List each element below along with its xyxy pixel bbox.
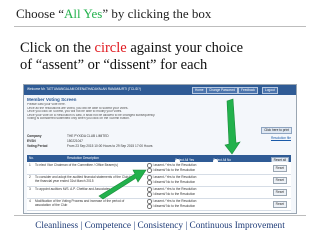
dissent-radio[interactable]: [147, 204, 152, 209]
assent-label: I assent / Yes to the Resolution: [152, 163, 197, 168]
resolution-row: 4 Modification of the Voting Process and…: [27, 198, 291, 211]
resolution-text: Modification of the Voting Process and i…: [35, 199, 125, 207]
dissent-option[interactable]: I dissent/ No to the Resolution: [147, 192, 195, 197]
home-button[interactable]: Home: [192, 87, 207, 94]
assent-option[interactable]: I assent / Yes to the Resolution: [147, 175, 196, 180]
voting-screenshot: Welcome Mr. TATTUMANGALAM DEENATHADAYALA…: [23, 84, 297, 214]
dissent-radio[interactable]: [147, 192, 152, 197]
assent-option[interactable]: I assent / Yes to the Resolution: [147, 163, 196, 168]
resolution-text: To elect Vice Chairman of the Committee …: [35, 163, 118, 167]
dissent-label: I dissent/ No to the Resolution: [152, 168, 196, 173]
evsn-label: EVSN: [27, 139, 36, 143]
assent-option[interactable]: I assent / Yes to the Resolution: [147, 199, 196, 204]
dissent-label: I dissent/ No to the Resolution: [152, 192, 196, 197]
heading-prefix: Choose “: [16, 6, 65, 21]
print-button[interactable]: Click here to print: [261, 127, 292, 134]
company-row: Company THE PYXIDA CLUB LIMITED: [27, 134, 109, 139]
assent-radio[interactable]: [147, 199, 152, 204]
voting-period-label: Voting Period: [27, 144, 48, 148]
reset-button[interactable]: Reset: [272, 177, 287, 184]
callout-box: Click on the circle against your choice …: [20, 40, 310, 74]
assent-label: I assent / Yes to the Resolution: [152, 175, 197, 180]
heading-suffix: ” by clicking the box: [102, 6, 212, 21]
resolution-grid: 1 To elect Vice Chairman of the Committe…: [27, 162, 291, 213]
callout-prefix: Click on the: [20, 40, 95, 56]
assent-label: I assent / Yes to the Resolution: [152, 187, 197, 192]
company-label: Company: [27, 134, 42, 138]
col-no: No.: [29, 156, 34, 160]
reset-button[interactable]: Reset: [272, 165, 287, 172]
resolution-number: 4: [29, 199, 31, 203]
feedback-button[interactable]: Feedback: [238, 87, 258, 94]
bottom-divider: [14, 215, 306, 216]
dissent-label: I dissent/ No to the Resolution: [152, 180, 196, 185]
dissent-radio[interactable]: [147, 180, 152, 185]
dissent-option[interactable]: I dissent/ No to the Resolution: [147, 204, 195, 209]
resolution-grid-header: No. Resolution Description Select All Ye…: [27, 155, 291, 164]
callout-suffix: against your choice: [126, 40, 244, 56]
voting-period-value: From 23 Sep 2015 10:00 Hours to 29 Sep 2…: [67, 144, 153, 148]
heading-highlight: All Yes: [64, 6, 103, 21]
voting-period-row: Voting Period From 23 Sep 2015 10:00 Hour…: [27, 144, 153, 149]
dissent-option[interactable]: I dissent/ No to the Resolution: [147, 168, 195, 173]
screen-title: Member Voting Screen: [27, 97, 77, 102]
resolution-text: To appoint auditors M/S. A.P. Chettiar a…: [35, 187, 111, 191]
company-value: THE PYXIDA CLUB LIMITED: [67, 134, 109, 138]
resolution-number: 1: [29, 163, 31, 167]
evsn-value: 150221047: [67, 139, 83, 143]
resolution-number: 3: [29, 187, 31, 191]
voting-notice: Please cast your vote here. Once all the…: [27, 103, 287, 121]
dissent-option[interactable]: I dissent/ No to the Resolution: [147, 180, 195, 185]
notice-line: Voting is considered submitted only when…: [27, 117, 130, 121]
top-divider: [14, 26, 306, 27]
screen-topbar: Welcome Mr. TATTUMANGALAM DEENATHADAYALA…: [24, 85, 296, 95]
assent-radio[interactable]: [147, 175, 152, 180]
welcome-text: Welcome Mr. TATTUMANGALAM DEENATHADAYALA…: [27, 87, 141, 91]
assent-radio[interactable]: [147, 187, 152, 192]
callout-line-1: Click on the circle against your choice: [20, 40, 310, 57]
assent-option[interactable]: I assent / Yes to the Resolution: [147, 187, 196, 192]
resolution-text: To consider and adopt the audited financ…: [35, 175, 133, 183]
col-description: Resolution Description: [67, 156, 99, 160]
slide-heading: Choose “All Yes” by clicking the box: [16, 6, 211, 22]
evsn-row: EVSN 150221047: [27, 139, 83, 144]
dissent-label: I dissent/ No to the Resolution: [152, 204, 196, 209]
logout-button[interactable]: Logout: [262, 87, 278, 94]
callout-line-2: of “assent” or “dissent” for each: [20, 57, 208, 73]
change-password-button[interactable]: Change Password: [206, 87, 239, 94]
assent-label: I assent / Yes to the Resolution: [152, 199, 197, 204]
reset-button[interactable]: Reset: [272, 201, 287, 208]
assent-radio[interactable]: [147, 163, 152, 168]
dissent-radio[interactable]: [147, 168, 152, 173]
footer-tagline: Cleanliness | Competence | Consistency |…: [35, 221, 285, 231]
resolution-file-link[interactable]: Resolution file: [271, 136, 291, 141]
reset-button[interactable]: Reset: [272, 189, 287, 196]
resolution-number: 2: [29, 175, 31, 179]
callout-highlight: circle: [94, 40, 127, 56]
